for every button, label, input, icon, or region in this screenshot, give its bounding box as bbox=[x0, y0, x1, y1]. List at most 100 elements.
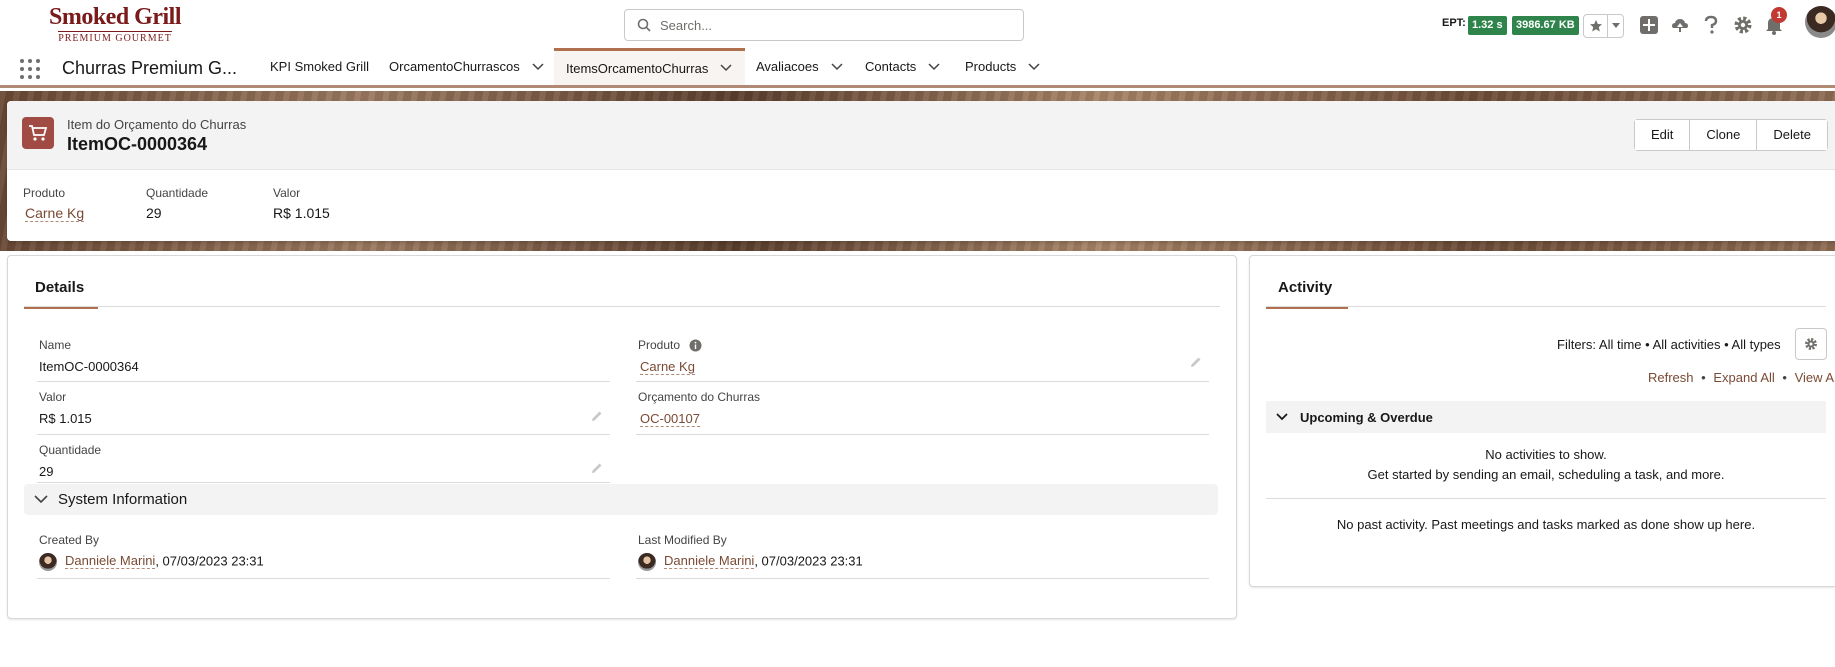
pencil-icon[interactable] bbox=[590, 461, 604, 475]
highlight-quantidade: Quantidade 29 bbox=[146, 186, 208, 221]
notification-count-badge: 1 bbox=[1771, 7, 1787, 23]
field-value: 29 bbox=[39, 464, 54, 479]
created-by-user-link[interactable]: Danniele Marini bbox=[65, 553, 156, 570]
highlight-valor: Valor R$ 1.015 bbox=[273, 186, 330, 221]
highlight-label: Quantidade bbox=[146, 186, 209, 200]
ept-label: EPT: bbox=[1442, 17, 1466, 29]
pencil-icon[interactable] bbox=[590, 409, 604, 423]
global-search[interactable] bbox=[624, 9, 1024, 41]
clone-button[interactable]: Clone bbox=[1690, 120, 1758, 150]
nav-item-orcamentochurrascos[interactable]: OrcamentoChurrascos bbox=[377, 48, 556, 85]
tab-divider bbox=[24, 306, 1220, 307]
chevron-down-icon[interactable] bbox=[720, 64, 732, 72]
tab-divider bbox=[1266, 306, 1826, 307]
search-icon bbox=[637, 18, 651, 32]
section-title: Upcoming & Overdue bbox=[1300, 409, 1433, 425]
activity-settings-button[interactable] bbox=[1795, 328, 1827, 360]
produto-link[interactable]: Carne Kg bbox=[25, 205, 85, 222]
delete-button[interactable]: Delete bbox=[1757, 120, 1827, 150]
ept-time-badge: 1.32 s bbox=[1468, 16, 1507, 35]
logo-subtitle: PREMIUM GOURMET bbox=[58, 31, 172, 44]
divider bbox=[1266, 498, 1826, 499]
chevron-down-icon[interactable] bbox=[1028, 62, 1040, 71]
gear-icon bbox=[1734, 16, 1752, 34]
field-label: Orçamento do Churras bbox=[638, 390, 761, 404]
produto-link[interactable]: Carne Kg bbox=[640, 359, 695, 375]
section-title: System Information bbox=[58, 491, 188, 508]
highlight-label: Valor bbox=[273, 186, 301, 200]
record-type-label: Item do Orçamento do Churras bbox=[67, 117, 247, 132]
app-launcher-icon[interactable] bbox=[20, 59, 40, 79]
nav-item-label: Avaliacoes bbox=[756, 59, 819, 74]
activity-filters: Filters: All time • All activities • All… bbox=[1557, 337, 1781, 352]
field-label: Produto bbox=[638, 338, 702, 352]
separator: • bbox=[1782, 370, 1787, 385]
company-logo[interactable]: Smoked Grill PREMIUM GOURMET bbox=[45, 5, 185, 45]
field-label: Valor bbox=[39, 390, 67, 404]
pencil-icon[interactable] bbox=[1189, 355, 1203, 369]
cart-icon bbox=[22, 117, 54, 149]
get-started-text: Get started by sending an email, schedul… bbox=[1367, 467, 1725, 482]
upcoming-overdue-toggle[interactable]: Upcoming & Overdue bbox=[1266, 401, 1826, 433]
field-last-modified-by: Last Modified By Danniele Marini, 07/03/… bbox=[638, 533, 863, 571]
record-highlights-panel: Item do Orçamento do Churras ItemOC-0000… bbox=[7, 101, 1835, 241]
tab-details[interactable]: Details bbox=[24, 279, 98, 309]
field-label: Name bbox=[39, 338, 72, 352]
nav-item-label: KPI Smoked Grill bbox=[270, 59, 369, 74]
empty-activity-message: No activities to show. Get started by se… bbox=[1266, 445, 1826, 485]
modified-by-user-link[interactable]: Danniele Marini bbox=[664, 553, 755, 570]
nav-item-contacts[interactable]: Contacts bbox=[853, 48, 952, 85]
orcamento-link[interactable]: OC-00107 bbox=[640, 411, 700, 427]
tab-activity[interactable]: Activity bbox=[1266, 279, 1348, 309]
app-navigation-bar: Churras Premium G... KPI Smoked Grill Or… bbox=[0, 48, 1835, 88]
system-information-section-toggle[interactable]: System Information bbox=[24, 484, 1218, 515]
created-date: , 07/03/2023 23:31 bbox=[155, 553, 264, 569]
nav-item-products[interactable]: Products bbox=[953, 48, 1052, 85]
chevron-down-icon bbox=[1276, 413, 1288, 421]
logo-title: Smoked Grill bbox=[48, 4, 182, 30]
no-activities-text: No activities to show. bbox=[1485, 447, 1607, 462]
info-icon[interactable] bbox=[689, 339, 702, 352]
field-divider bbox=[37, 482, 610, 483]
field-label-text: Produto bbox=[638, 338, 681, 352]
field-divider bbox=[37, 578, 610, 579]
nav-item-label: OrcamentoChurrascos bbox=[389, 59, 520, 74]
add-icon bbox=[1640, 16, 1658, 34]
field-label: Quantidade bbox=[39, 443, 102, 457]
trailhead-button[interactable] bbox=[1669, 14, 1691, 36]
search-input[interactable] bbox=[660, 17, 1000, 33]
edit-button[interactable]: Edit bbox=[1635, 120, 1691, 150]
help-button[interactable] bbox=[1700, 14, 1722, 36]
avatar bbox=[39, 553, 57, 571]
favorite-star-button[interactable] bbox=[1584, 15, 1608, 37]
nav-item-avaliacoes[interactable]: Avaliacoes bbox=[744, 48, 855, 85]
user-avatar[interactable] bbox=[1805, 6, 1835, 38]
record-header-bar: Item do Orçamento do Churras ItemOC-0000… bbox=[7, 101, 1835, 170]
nav-item-itemsorcamentochurras[interactable]: ItemsOrcamentoChurras bbox=[554, 48, 745, 85]
modified-date: , 07/03/2023 23:31 bbox=[754, 553, 863, 569]
view-all-link[interactable]: View All bbox=[1795, 370, 1835, 385]
field-created-by: Created By Danniele Marini, 07/03/2023 2… bbox=[39, 533, 264, 571]
nav-item-kpi-smoked-grill[interactable]: KPI Smoked Grill bbox=[258, 48, 381, 85]
gear-icon bbox=[1805, 338, 1817, 350]
field-divider bbox=[636, 578, 1209, 579]
expand-all-link[interactable]: Expand All bbox=[1713, 370, 1774, 385]
global-actions-button[interactable] bbox=[1638, 14, 1660, 36]
help-icon bbox=[1704, 15, 1718, 34]
chevron-down-icon bbox=[34, 495, 48, 504]
nav-item-label: ItemsOrcamentoChurras bbox=[566, 60, 709, 76]
app-name: Churras Premium G... bbox=[62, 58, 238, 78]
favorites-dropdown-button[interactable] bbox=[1608, 15, 1623, 37]
separator: • bbox=[1701, 370, 1706, 385]
setup-button[interactable] bbox=[1732, 14, 1754, 36]
trailhead-icon bbox=[1672, 19, 1688, 32]
record-title: ItemOC-0000364 bbox=[67, 134, 208, 154]
field-produto: Produto Carne Kg bbox=[638, 338, 702, 375]
ept-size-badge: 3986.67 KB bbox=[1512, 16, 1579, 35]
avatar bbox=[638, 553, 656, 571]
chevron-down-icon[interactable] bbox=[928, 62, 940, 71]
chevron-down-icon[interactable] bbox=[532, 62, 544, 71]
field-divider bbox=[37, 434, 610, 435]
refresh-link[interactable]: Refresh bbox=[1648, 370, 1694, 385]
chevron-down-icon[interactable] bbox=[831, 62, 843, 71]
